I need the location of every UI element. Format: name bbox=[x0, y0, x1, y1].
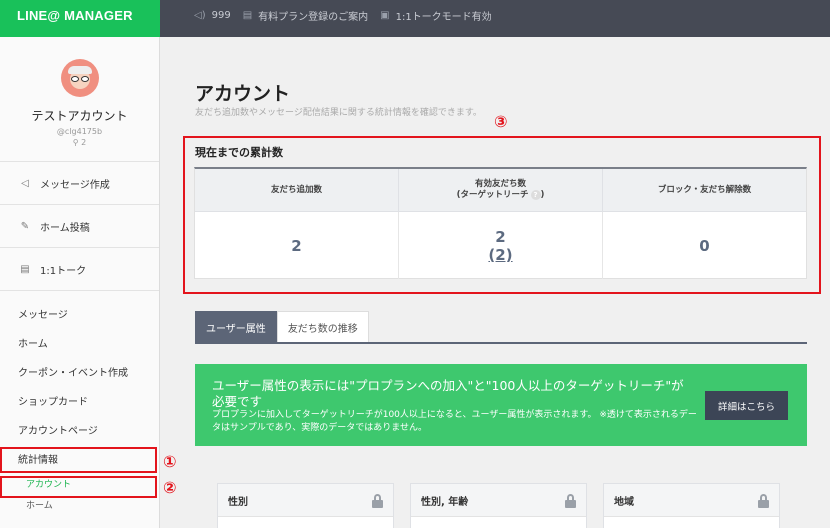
doc-icon: ▤ bbox=[242, 10, 253, 21]
annotation-mark-2: ② bbox=[163, 478, 177, 497]
sidebar-item-account-page[interactable]: アカウントページ bbox=[0, 415, 159, 444]
tab-friend-trend[interactable]: 友だち数の推移 bbox=[276, 311, 369, 342]
card-gender: 性別 bbox=[217, 483, 394, 528]
speaker-icon: ◁) bbox=[194, 10, 206, 21]
lock-icon bbox=[565, 493, 576, 508]
sidebar-item-label: メッセージ作成 bbox=[40, 179, 110, 191]
page-title: アカウント bbox=[195, 83, 291, 105]
lock-icon bbox=[372, 493, 383, 508]
sidebar-item-home[interactable]: ホーム bbox=[0, 328, 159, 357]
sidebar-item-coupon[interactable]: クーポン・イベント作成 bbox=[0, 357, 159, 386]
upgrade-banner: ユーザー属性の表示には"プロプランへの加入"と"100人以上のターゲットリーチ"… bbox=[195, 364, 807, 446]
profile: テストアカウント @clg4175b ⚲ 2 bbox=[0, 37, 159, 162]
card-gender-age: 性別, 年齢 bbox=[410, 483, 587, 528]
app-logo[interactable]: LINE@ MANAGER bbox=[0, 0, 160, 37]
sidebar-item-message[interactable]: メッセージ bbox=[0, 299, 159, 328]
person-icon: ⚲ bbox=[72, 138, 82, 147]
sidebar-item-label: 1:1トーク bbox=[40, 265, 87, 277]
sidebar-item-message-create[interactable]: ◁ メッセージ作成 bbox=[0, 162, 159, 205]
topbar-reach[interactable]: ◁) 999 bbox=[194, 10, 231, 21]
topbar-plan-label: 有料プラン登録のご案内 bbox=[258, 12, 369, 23]
annotation-mark-1: ① bbox=[163, 452, 177, 471]
edit-icon: ✎ bbox=[20, 220, 30, 232]
lock-icon bbox=[758, 493, 769, 508]
topbar-reach-label: 999 bbox=[211, 10, 231, 21]
avatar[interactable] bbox=[60, 59, 99, 97]
card-title: 地域 bbox=[614, 496, 634, 508]
account-id: @clg4175b bbox=[56, 127, 103, 136]
annotation-mark-3: ③ bbox=[494, 112, 508, 131]
top-bar: ◁) 999 ▤ 有料プラン登録のご案内 ▣ 1:1トークモード有効 bbox=[160, 0, 830, 37]
friend-count-value: 2 bbox=[81, 138, 87, 147]
annotation-box-account bbox=[0, 476, 157, 498]
topbar-plan-link[interactable]: ▤ 有料プラン登録のご案内 bbox=[243, 8, 368, 23]
sidebar-item-shopcard[interactable]: ショップカード bbox=[0, 386, 159, 415]
speaker-icon: ◁ bbox=[21, 177, 29, 189]
sidebar-item-talk[interactable]: ▤ 1:1トーク bbox=[0, 248, 159, 291]
card-title: 性別, 年齢 bbox=[421, 496, 469, 508]
page-description: 友だち追加数やメッセージ配信結果に関する統計情報を確認できます。 bbox=[195, 108, 482, 118]
card-region: 地域 bbox=[603, 483, 780, 528]
card-title: 性別 bbox=[228, 496, 248, 508]
chat-icon: ▤ bbox=[20, 263, 30, 275]
annotation-box-statistics bbox=[0, 447, 157, 473]
account-name: テストアカウント bbox=[31, 109, 128, 123]
tab-bar: ユーザー属性 友だち数の推移 bbox=[195, 311, 807, 344]
banner-body: プロプランに加入してターゲットリーチが100人以上になると、ユーザー属性が表示さ… bbox=[212, 410, 697, 433]
details-button[interactable]: 詳細はこちら bbox=[705, 391, 788, 420]
sidebar-item-label: ホーム投稿 bbox=[40, 222, 90, 234]
chat-icon: ▣ bbox=[380, 10, 390, 21]
tab-user-attributes[interactable]: ユーザー属性 bbox=[195, 311, 277, 342]
friend-count: ⚲ 2 bbox=[0, 138, 159, 147]
topbar-talk-mode[interactable]: ▣ 1:1トークモード有効 bbox=[380, 8, 492, 23]
sidebar-item-home-post[interactable]: ✎ ホーム投稿 bbox=[0, 205, 159, 248]
topbar-talk-label: 1:1トークモード有効 bbox=[395, 12, 492, 23]
annotation-box-stats bbox=[183, 136, 821, 294]
banner-headline: ユーザー属性の表示には"プロプランへの加入"と"100人以上のターゲットリーチ"… bbox=[212, 378, 684, 409]
